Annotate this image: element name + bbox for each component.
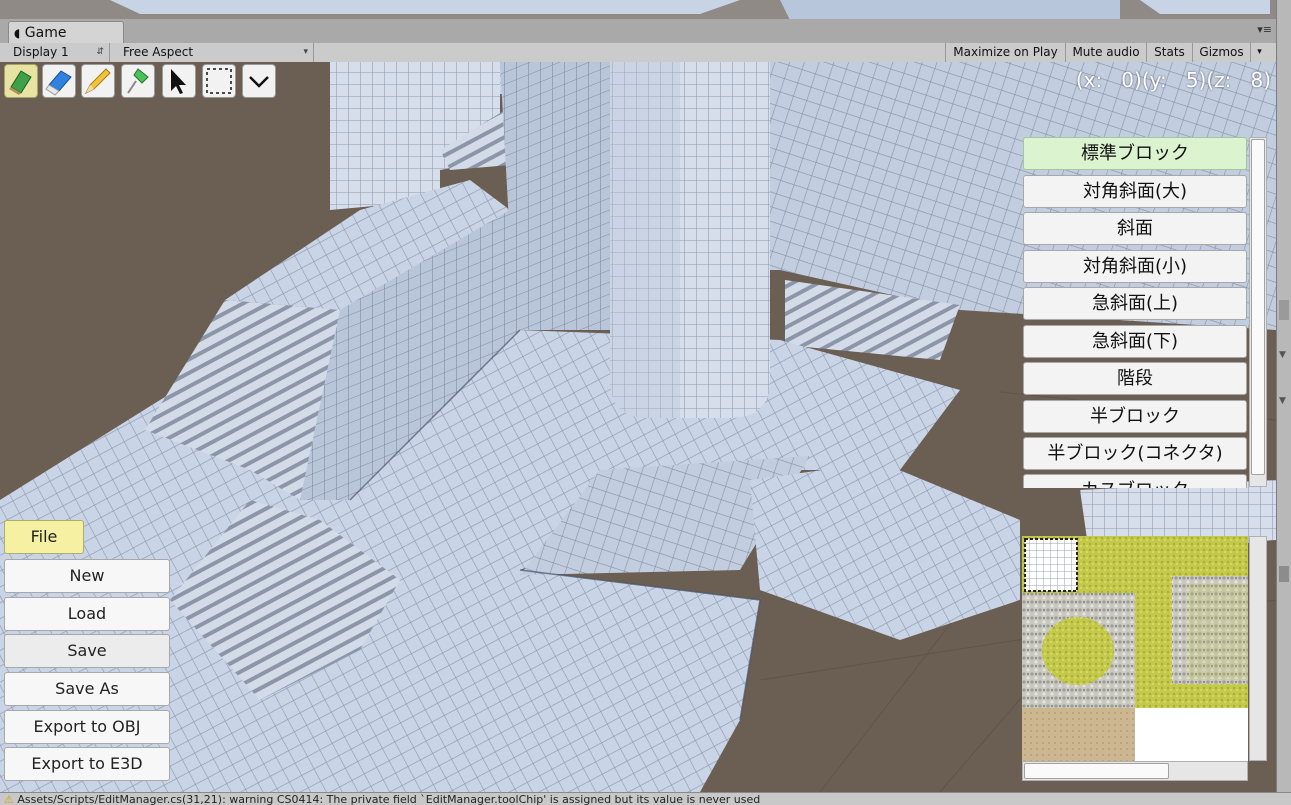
export-e3d-button[interactable]: Export to E3D bbox=[4, 747, 170, 781]
game-view-tab-bar: ◖ Game ▾≡ bbox=[0, 19, 1276, 44]
block-item-half-block[interactable]: 半ブロック bbox=[1023, 400, 1247, 433]
save-button[interactable]: Save bbox=[4, 634, 170, 668]
inspector-scroll-thumb[interactable] bbox=[1279, 566, 1289, 582]
block-item-stairs[interactable]: 階段 bbox=[1023, 362, 1247, 395]
palette-vertical-scrollbar[interactable] bbox=[1249, 536, 1267, 761]
texture-tiles[interactable] bbox=[1022, 536, 1248, 762]
green-block-pencil-icon bbox=[9, 70, 32, 95]
fill-tool[interactable] bbox=[121, 64, 155, 98]
chevron-down-icon bbox=[249, 76, 269, 88]
block-list-scrollbar[interactable] bbox=[1249, 137, 1267, 487]
warning-icon: ⚠ bbox=[4, 793, 14, 805]
block-item-slope[interactable]: 斜面 bbox=[1023, 212, 1247, 245]
export-obj-button[interactable]: Export to OBJ bbox=[4, 710, 170, 744]
dashed-rectangle-icon bbox=[206, 68, 232, 94]
tab-menu-icon[interactable]: ▾≡ bbox=[1257, 23, 1272, 36]
texture-atlas-image bbox=[1022, 536, 1248, 762]
palette-horizontal-scrollbar[interactable] bbox=[1022, 761, 1248, 781]
block-item-steep-slope-lower[interactable]: 急斜面(下) bbox=[1023, 325, 1247, 358]
pencil-tool[interactable] bbox=[81, 64, 115, 98]
display-select[interactable]: Display 1 ⇵ bbox=[6, 43, 110, 62]
expand-tool[interactable] bbox=[242, 64, 276, 98]
block-item-partial[interactable]: カスブロック bbox=[1023, 474, 1247, 488]
updown-arrows-icon: ⇵ bbox=[96, 47, 104, 57]
block-item-standard[interactable]: 標準ブロック bbox=[1023, 137, 1247, 170]
block-item-steep-slope-upper[interactable]: 急斜面(上) bbox=[1023, 287, 1247, 320]
block-list-scroll-thumb[interactable] bbox=[1251, 139, 1265, 475]
game-tab-label: Game bbox=[24, 25, 67, 41]
stats-button[interactable]: Stats bbox=[1146, 43, 1192, 62]
save-as-button[interactable]: Save As bbox=[4, 672, 170, 706]
mute-audio-button[interactable]: Mute audio bbox=[1065, 43, 1146, 62]
foldout-triangle-icon: ▼ bbox=[1279, 396, 1286, 406]
block-item-diagonal-slope-small[interactable]: 対角斜面(小) bbox=[1023, 250, 1247, 283]
file-button[interactable]: File bbox=[4, 520, 84, 554]
display-select-value: Display 1 bbox=[13, 45, 69, 59]
block-item-diagonal-slope-large[interactable]: 対角斜面(大) bbox=[1023, 175, 1247, 208]
block-type-list: 標準ブロック 対角斜面(大) 斜面 対角斜面(小) 急斜面(上) 急斜面(下) … bbox=[1021, 136, 1269, 488]
console-status-bar[interactable]: ⚠ Assets/Scripts/EditManager.cs(31,21): … bbox=[0, 792, 1291, 805]
yellow-pencil-icon bbox=[84, 68, 111, 95]
rect-select-tool[interactable] bbox=[202, 64, 236, 98]
arrow-cursor-icon bbox=[171, 69, 186, 94]
select-tool[interactable] bbox=[162, 64, 196, 98]
dropdown-triangle-icon: ▾ bbox=[303, 47, 308, 57]
maximize-on-play-button[interactable]: Maximize on Play bbox=[945, 43, 1065, 62]
coordinate-readout: (x: 0)(y: 5)(z: 8) bbox=[1075, 68, 1271, 92]
palette-horizontal-scroll-thumb[interactable] bbox=[1024, 763, 1169, 779]
inspector-splitter[interactable] bbox=[1279, 300, 1289, 320]
game-tab[interactable]: ◖ Game bbox=[8, 21, 124, 44]
eraser-tool[interactable] bbox=[42, 64, 76, 98]
foldout-triangle-icon: ▼ bbox=[1279, 350, 1286, 360]
gizmos-button[interactable]: Gizmos bbox=[1192, 43, 1250, 62]
status-message: Assets/Scripts/EditManager.cs(31,21): wa… bbox=[17, 793, 761, 805]
texture-palette bbox=[1021, 535, 1271, 785]
scene-view-strip bbox=[0, 0, 1291, 20]
inspector-edge: ▼ ▼ bbox=[1276, 0, 1291, 804]
load-button[interactable]: Load bbox=[4, 597, 170, 631]
block-item-half-block-connector[interactable]: 半ブロック(コネクタ) bbox=[1023, 437, 1247, 470]
pacman-game-icon: ◖ bbox=[14, 26, 21, 40]
new-button[interactable]: New bbox=[4, 559, 170, 593]
aspect-select[interactable]: Free Aspect ▾ bbox=[116, 43, 314, 62]
game-toolbar: Display 1 ⇵ Free Aspect ▾ Maximize on Pl… bbox=[0, 43, 1276, 63]
green-pin-icon bbox=[127, 68, 149, 94]
paint-block-tool[interactable] bbox=[4, 64, 38, 98]
blue-eraser-icon bbox=[45, 70, 72, 96]
aspect-select-value: Free Aspect bbox=[123, 45, 194, 59]
gizmos-dropdown-icon[interactable]: ▾ bbox=[1250, 43, 1268, 62]
